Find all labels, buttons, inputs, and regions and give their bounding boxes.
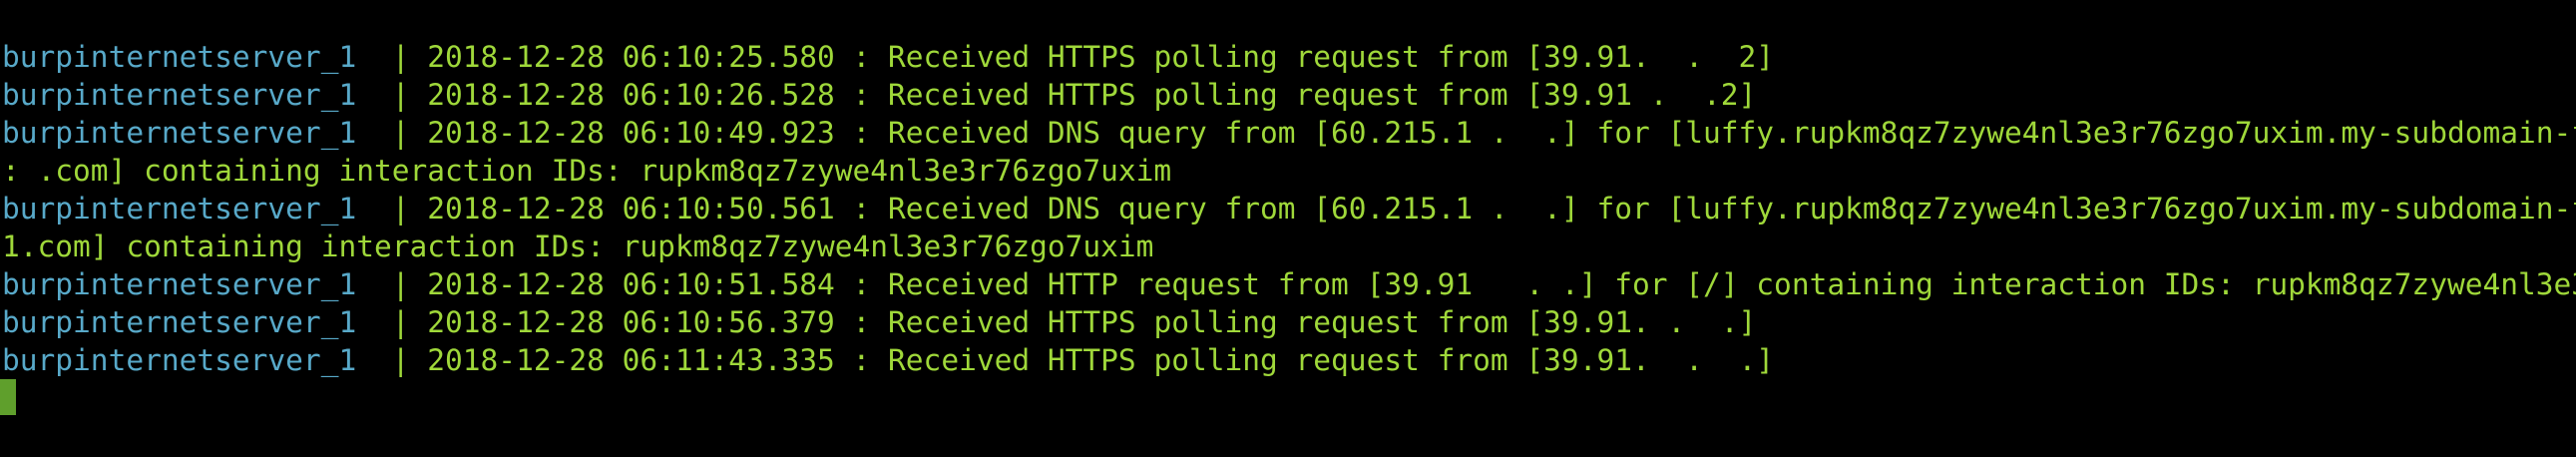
- log-message: | 2018-12-28 06:10:49.923 : Received DNS…: [356, 116, 2576, 150]
- log-line: burpinternetserver_1 | 2018-12-28 06:11:…: [2, 341, 2576, 379]
- log-message: | 2018-12-28 06:10:25.580 : Received HTT…: [356, 40, 1775, 74]
- service-name: burpinternetserver_1: [2, 40, 357, 74]
- terminal-window[interactable]: burpinternetserver_1 | 2018-12-28 06:10:…: [0, 0, 2576, 457]
- log-message: 1.com] containing interaction IDs: rupkm…: [2, 229, 1154, 263]
- log-message: | 2018-12-28 06:10:50.561 : Received DNS…: [356, 192, 2576, 226]
- service-name: burpinternetserver_1: [2, 267, 357, 301]
- service-name: burpinternetserver_1: [2, 305, 357, 339]
- service-name: burpinternetserver_1: [2, 78, 357, 112]
- log-message: | 2018-12-28 06:10:56.379 : Received HTT…: [356, 305, 1757, 339]
- log-line-continuation: 1.com] containing interaction IDs: rupkm…: [2, 228, 2576, 265]
- log-output: burpinternetserver_1 | 2018-12-28 06:10:…: [2, 38, 2576, 379]
- log-line: burpinternetserver_1 | 2018-12-28 06:10:…: [2, 303, 2576, 341]
- terminal-cursor: [0, 379, 16, 415]
- log-message: : .com] containing interaction IDs: rupk…: [2, 154, 1172, 188]
- service-name: burpinternetserver_1: [2, 192, 357, 226]
- log-message: | 2018-12-28 06:10:51.584 : Received HTT…: [356, 267, 2576, 301]
- log-line: burpinternetserver_1 | 2018-12-28 06:10:…: [2, 265, 2576, 303]
- log-line: burpinternetserver_1 | 2018-12-28 06:10:…: [2, 114, 2576, 152]
- service-name: burpinternetserver_1: [2, 116, 357, 150]
- log-line: burpinternetserver_1 | 2018-12-28 06:10:…: [2, 190, 2576, 228]
- log-message: | 2018-12-28 06:11:43.335 : Received HTT…: [356, 343, 1775, 377]
- log-line-continuation: : .com] containing interaction IDs: rupk…: [2, 152, 2576, 190]
- log-line: burpinternetserver_1 | 2018-12-28 06:10:…: [2, 38, 2576, 76]
- service-name: burpinternetserver_1: [2, 343, 357, 377]
- log-message: | 2018-12-28 06:10:26.528 : Received HTT…: [356, 78, 1757, 112]
- log-line: burpinternetserver_1 | 2018-12-28 06:10:…: [2, 76, 2576, 114]
